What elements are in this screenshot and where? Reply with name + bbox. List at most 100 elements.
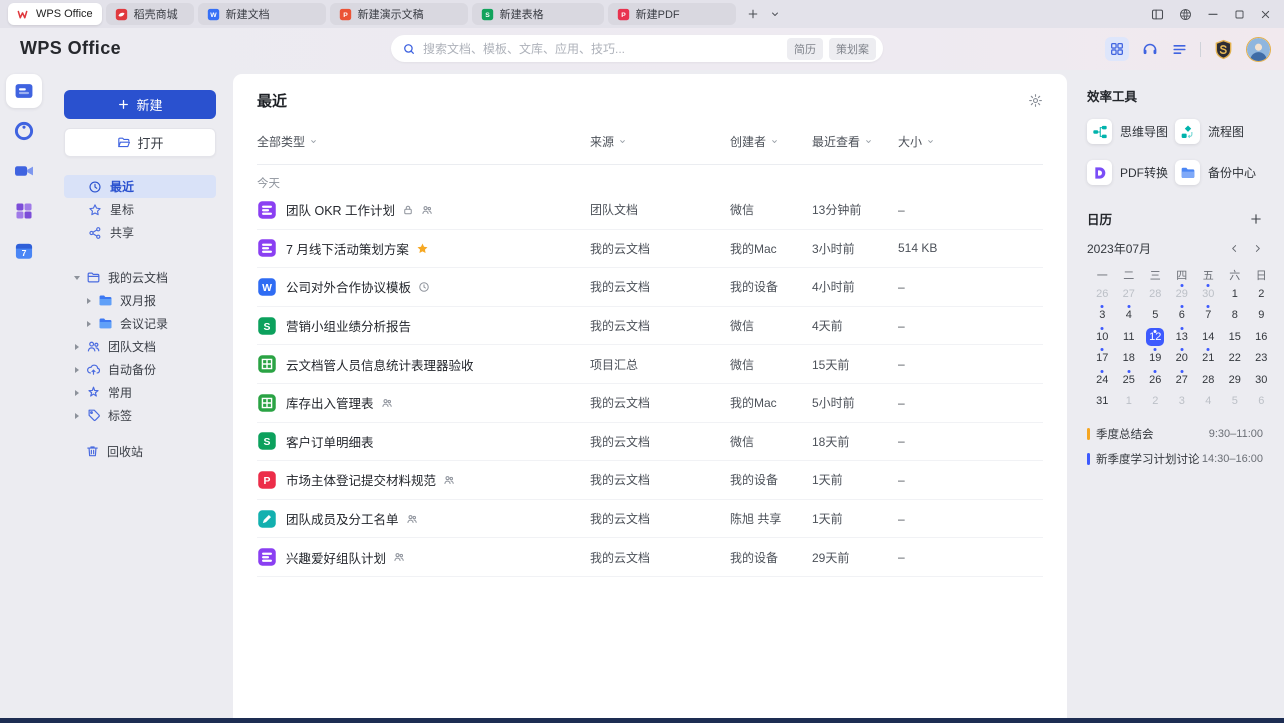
file-row[interactable]: 库存出入管理表 我的云文档 我的Mac 5小时前 – <box>257 384 1043 423</box>
filter-size[interactable]: 大小 <box>898 133 1043 150</box>
vip-badge-icon[interactable] <box>1213 39 1234 60</box>
calendar-day[interactable]: 27 <box>1116 283 1143 305</box>
calendar-day[interactable]: 14 <box>1195 326 1222 348</box>
new-tab-plus-icon[interactable] <box>746 7 760 21</box>
chevron-right-arrow[interactable] <box>72 411 81 420</box>
calendar-day[interactable]: 12 <box>1142 326 1169 348</box>
calendar-day[interactable]: 31 <box>1089 391 1116 413</box>
file-row[interactable]: 兴趣爱好组队计划 我的云文档 我的设备 29天前 – <box>257 538 1043 577</box>
sidebar-item-frequent[interactable]: 常用 <box>64 381 216 404</box>
toggle-panel-icon[interactable] <box>1150 7 1165 22</box>
calendar-day[interactable]: 3 <box>1169 391 1196 413</box>
calendar-day[interactable]: 5 <box>1142 305 1169 327</box>
search-input[interactable] <box>423 41 787 56</box>
rail-docer[interactable] <box>6 114 42 148</box>
tab-new-doc[interactable]: W 新建文档 <box>197 3 326 25</box>
calendar-day[interactable]: 3 <box>1089 305 1116 327</box>
calendar-day[interactable]: 25 <box>1116 369 1143 391</box>
calendar-day[interactable]: 10 <box>1089 326 1116 348</box>
file-row[interactable]: 云文档管人员信息统计表理器验收 项目汇总 微信 15天前 – <box>257 345 1043 384</box>
calendar-day[interactable]: 1 <box>1222 283 1249 305</box>
tab-docer-mall[interactable]: 稻壳商城 <box>105 3 194 25</box>
calendar-day[interactable]: 11 <box>1116 326 1143 348</box>
calendar-day[interactable]: 4 <box>1195 391 1222 413</box>
support-headset-icon[interactable] <box>1141 40 1159 58</box>
calendar-day[interactable]: 20 <box>1169 348 1196 370</box>
apps-grid-button[interactable] <box>1105 37 1129 61</box>
sidebar-item-trash[interactable]: 回收站 <box>64 443 216 460</box>
minimize-button[interactable] <box>1206 7 1220 21</box>
tab-list-chevron-icon[interactable] <box>769 8 781 20</box>
sidebar-item-auto-backup[interactable]: 自动备份 <box>64 358 216 381</box>
tab-new-presentation[interactable]: P 新建演示文稿 <box>329 3 468 25</box>
maximize-button[interactable] <box>1233 8 1246 21</box>
calendar-day[interactable]: 26 <box>1142 369 1169 391</box>
add-event-plus-icon[interactable] <box>1249 212 1263 226</box>
calendar-day[interactable]: 9 <box>1248 305 1275 327</box>
calendar-day[interactable]: 23 <box>1248 348 1275 370</box>
file-row[interactable]: W 公司对外合作协议模板 我的云文档 我的设备 4小时前 – <box>257 268 1043 307</box>
close-button[interactable] <box>1259 8 1272 21</box>
tool-backup-center[interactable]: 备份中心 <box>1175 160 1263 185</box>
calendar-day[interactable]: 2 <box>1248 283 1275 305</box>
file-row[interactable]: S 客户订单明细表 我的云文档 微信 18天前 – <box>257 423 1043 462</box>
calendar-day[interactable]: 15 <box>1222 326 1249 348</box>
calendar-day[interactable]: 29 <box>1169 283 1196 305</box>
sidebar-item-starred[interactable]: 星标 <box>64 198 216 221</box>
calendar-day[interactable]: 4 <box>1116 305 1143 327</box>
chevron-right-arrow[interactable] <box>84 319 93 328</box>
chevron-right-arrow[interactable] <box>72 388 81 397</box>
file-row[interactable]: 团队成员及分工名单 我的云文档 陈旭 共享 1天前 – <box>257 500 1043 539</box>
calendar-day[interactable]: 7 <box>1195 305 1222 327</box>
tool-pdf-convert[interactable]: PDF转换 <box>1087 160 1175 185</box>
rail-apps[interactable] <box>6 194 42 228</box>
rail-meeting[interactable] <box>6 154 42 188</box>
sidebar-item-recent[interactable]: 最近 <box>64 175 216 198</box>
calendar-day[interactable]: 18 <box>1116 348 1143 370</box>
chevron-right-arrow[interactable] <box>84 296 93 305</box>
calendar-day[interactable]: 6 <box>1248 391 1275 413</box>
filter-source[interactable]: 来源 <box>590 133 730 150</box>
tool-flowchart[interactable]: 流程图 <box>1175 119 1263 144</box>
chevron-down-arrow[interactable] <box>72 273 81 282</box>
calendar-day[interactable]: 8 <box>1222 305 1249 327</box>
file-row[interactable]: S 营销小组业绩分析报告 我的云文档 微信 4天前 – <box>257 307 1043 346</box>
sidebar-item-my-cloud-docs[interactable]: 我的云文档 <box>64 266 216 289</box>
calendar-day[interactable]: 28 <box>1142 283 1169 305</box>
sidebar-item-bimonthly-report[interactable]: 双月报 <box>64 289 216 312</box>
file-row[interactable]: 7 月线下活动策划方案 我的云文档 我的Mac 3小时前 514 KB <box>257 230 1043 269</box>
calendar-day[interactable]: 16 <box>1248 326 1275 348</box>
user-avatar[interactable] <box>1246 36 1271 62</box>
settings-gear-icon[interactable] <box>1028 93 1043 108</box>
sidebar-item-tags[interactable]: 标签 <box>64 404 216 427</box>
rail-home-docs[interactable] <box>6 74 42 108</box>
calendar-day[interactable]: 22 <box>1222 348 1249 370</box>
event-quarterly-summary[interactable]: 季度总结会 9:30–11:00 <box>1087 426 1263 442</box>
calendar-day[interactable]: 29 <box>1222 369 1249 391</box>
chevron-right-arrow[interactable] <box>72 342 81 351</box>
file-row[interactable]: P 市场主体登记提交材料规范 我的云文档 我的设备 1天前 – <box>257 461 1043 500</box>
file-row[interactable]: 团队 OKR 工作计划 团队文档 微信 13分钟前 – <box>257 191 1043 230</box>
calendar-day[interactable]: 1 <box>1116 391 1143 413</box>
open-button[interactable]: 打开 <box>64 128 216 157</box>
calendar-day[interactable]: 27 <box>1169 369 1196 391</box>
calendar-day[interactable]: 30 <box>1195 283 1222 305</box>
new-button[interactable]: 新建 <box>64 90 216 119</box>
tab-wps-office[interactable]: WPS Office <box>8 3 102 25</box>
calendar-day[interactable]: 28 <box>1195 369 1222 391</box>
calendar-day[interactable]: 2 <box>1142 391 1169 413</box>
rail-calendar[interactable]: 7 <box>6 234 42 268</box>
menu-lines-icon[interactable] <box>1171 41 1188 58</box>
search-bar[interactable]: 简历策划案 <box>391 35 883 62</box>
tool-mindmap[interactable]: 思维导图 <box>1087 119 1175 144</box>
sidebar-item-meeting-notes[interactable]: 会议记录 <box>64 312 216 335</box>
search-tag[interactable]: 策划案 <box>829 37 876 60</box>
globe-icon[interactable] <box>1178 7 1193 22</box>
calendar-day[interactable]: 26 <box>1089 283 1116 305</box>
calendar-day[interactable]: 17 <box>1089 348 1116 370</box>
calendar-day[interactable]: 30 <box>1248 369 1275 391</box>
sidebar-item-shared[interactable]: 共享 <box>64 221 216 244</box>
calendar-day[interactable]: 13 <box>1169 326 1196 348</box>
filter-recent-viewed[interactable]: 最近查看 <box>812 133 898 150</box>
tab-new-pdf[interactable]: P 新建PDF <box>607 3 736 25</box>
